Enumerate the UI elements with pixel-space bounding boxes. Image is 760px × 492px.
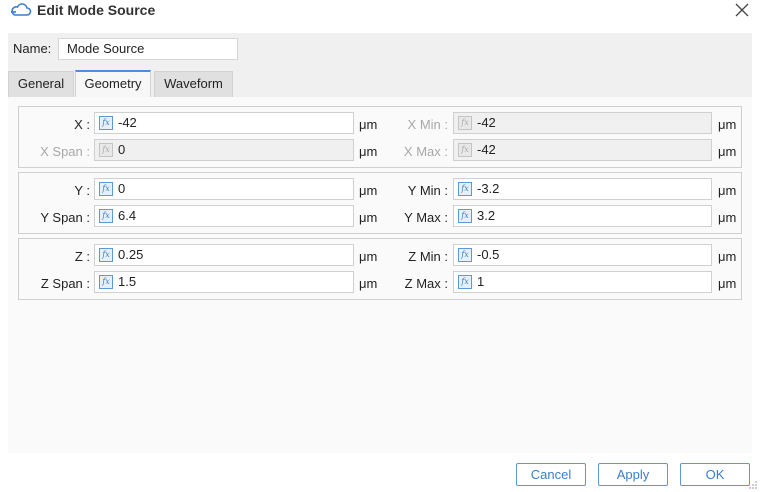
z-min-label: Z Min : <box>408 249 448 264</box>
y-max-field[interactable]: fx 3.2 <box>453 205 712 227</box>
cloud-icon <box>11 3 32 16</box>
z-min-value: -0.5 <box>477 247 500 262</box>
y-unit: μm <box>359 183 378 198</box>
formula-icon[interactable]: fx <box>99 116 113 130</box>
formula-icon[interactable]: fx <box>99 209 113 223</box>
z-span-unit: μm <box>359 276 378 291</box>
z-max-field[interactable]: fx 1 <box>453 271 712 293</box>
tab-general[interactable]: General <box>8 71 74 97</box>
x-span-label: X Span : <box>40 144 90 159</box>
z-span-field[interactable]: fx 1.5 <box>94 271 354 293</box>
formula-icon[interactable]: fx <box>99 182 113 196</box>
y-max-label: Y Max : <box>404 210 448 225</box>
formula-icon[interactable]: fx <box>458 182 472 196</box>
y-min-value: -3.2 <box>477 181 500 196</box>
formula-icon: fx <box>458 116 472 130</box>
x-unit: μm <box>359 117 378 132</box>
x-max-unit: μm <box>718 144 737 159</box>
formula-icon[interactable]: fx <box>99 275 113 289</box>
close-icon[interactable] <box>732 0 752 20</box>
y-span-value: 6.4 <box>118 208 137 223</box>
formula-icon[interactable]: fx <box>458 209 472 223</box>
formula-icon[interactable]: fx <box>99 248 113 262</box>
z-field[interactable]: fx 0.25 <box>94 244 354 266</box>
name-input[interactable]: Mode Source <box>58 38 238 60</box>
z-unit: μm <box>359 249 378 264</box>
tab-geometry[interactable]: Geometry <box>75 70 151 98</box>
x-span-value: 0 <box>118 142 126 157</box>
z-span-value: 1.5 <box>118 274 137 289</box>
z-span-label: Z Span : <box>40 276 90 291</box>
y-value: 0 <box>118 181 126 196</box>
x-min-label: X Min : <box>407 117 448 132</box>
ok-button[interactable]: OK <box>680 463 750 486</box>
z-max-label: Z Max : <box>404 276 448 291</box>
y-field[interactable]: fx 0 <box>94 178 354 200</box>
z-min-field[interactable]: fx -0.5 <box>453 244 712 266</box>
tab-waveform[interactable]: Waveform <box>154 71 233 97</box>
formula-icon[interactable]: fx <box>458 275 472 289</box>
y-span-field[interactable]: fx 6.4 <box>94 205 354 227</box>
z-label: Z : <box>74 249 90 264</box>
x-span-field: fx 0 <box>94 139 354 161</box>
name-label: Name: <box>13 41 52 56</box>
x-label: X : <box>74 117 90 132</box>
y-min-field[interactable]: fx -3.2 <box>453 178 712 200</box>
x-min-unit: μm <box>718 117 737 132</box>
x-max-label: X Max : <box>403 144 448 159</box>
y-label: Y : <box>74 183 90 198</box>
apply-button[interactable]: Apply <box>598 463 668 486</box>
y-min-unit: μm <box>718 183 737 198</box>
x-min-value: -42 <box>477 115 496 130</box>
x-value: -42 <box>118 115 137 130</box>
x-span-unit: μm <box>359 144 378 159</box>
y-max-unit: μm <box>718 210 737 225</box>
title-bar: Edit Mode Source <box>0 0 760 22</box>
formula-icon[interactable]: fx <box>458 248 472 262</box>
resize-grip-icon[interactable] <box>748 480 758 490</box>
x-field[interactable]: fx -42 <box>94 112 354 134</box>
y-max-value: 3.2 <box>477 208 496 223</box>
cancel-button[interactable]: Cancel <box>516 463 586 486</box>
formula-icon: fx <box>99 143 113 157</box>
window-title: Edit Mode Source <box>37 2 156 18</box>
y-min-label: Y Min : <box>407 183 448 198</box>
x-min-field: fx -42 <box>453 112 712 134</box>
y-span-unit: μm <box>359 210 378 225</box>
x-max-field: fx -42 <box>453 139 712 161</box>
y-span-label: Y Span : <box>40 210 90 225</box>
formula-icon: fx <box>458 143 472 157</box>
z-value: 0.25 <box>118 247 144 262</box>
x-max-value: -42 <box>477 142 496 157</box>
z-max-unit: μm <box>718 276 737 291</box>
z-min-unit: μm <box>718 249 737 264</box>
z-max-value: 1 <box>477 274 485 289</box>
